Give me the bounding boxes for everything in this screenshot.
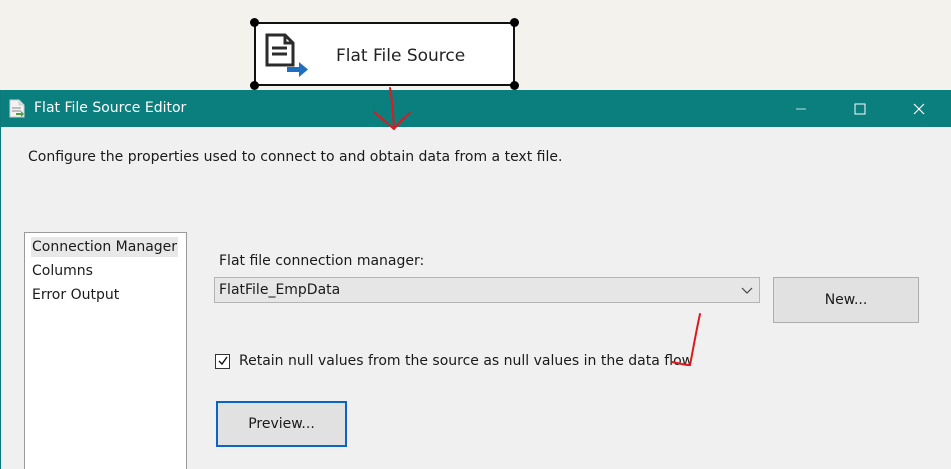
- flat-file-source-icon: [265, 33, 308, 77]
- dialog-description: Configure the properties used to connect…: [28, 149, 563, 165]
- minimize-icon: [796, 108, 806, 109]
- flat-file-source-editor-dialog: Flat File Source Editor Configure the pr…: [0, 90, 951, 469]
- preview-button[interactable]: Preview...: [216, 401, 347, 447]
- maximize-icon: [854, 103, 866, 114]
- nav-item-error-output[interactable]: Error Output: [31, 285, 120, 305]
- connection-manager-value: FlatFile_EmpData: [219, 282, 341, 298]
- resize-handle-top-left[interactable]: [250, 18, 259, 27]
- resize-handle-top-right[interactable]: [510, 18, 519, 27]
- title-bar[interactable]: Flat File Source Editor: [1, 90, 951, 127]
- resize-handle-bottom-right[interactable]: [510, 81, 519, 90]
- checkmark-icon: [218, 356, 228, 366]
- design-canvas: Flat File Source: [0, 0, 951, 90]
- chevron-down-icon: [741, 287, 753, 294]
- minimize-button[interactable]: [778, 90, 824, 127]
- retain-nulls-label: Retain null values from the source as nu…: [239, 353, 694, 369]
- new-connection-button[interactable]: New...: [773, 277, 919, 323]
- task-label: Flat File Source: [336, 46, 466, 66]
- close-icon: [913, 103, 925, 114]
- nav-item-connection-manager[interactable]: Connection Manager: [31, 237, 179, 257]
- connection-manager-select[interactable]: FlatFile_EmpData: [214, 277, 760, 303]
- connection-manager-label: Flat file connection manager:: [219, 253, 425, 269]
- retain-nulls-checkbox[interactable]: [215, 353, 230, 369]
- close-button[interactable]: [896, 90, 942, 127]
- editor-icon: [9, 99, 25, 118]
- nav-item-columns[interactable]: Columns: [31, 261, 94, 281]
- dialog-title: Flat File Source Editor: [34, 100, 187, 116]
- resize-handle-bottom-left[interactable]: [250, 81, 259, 90]
- flat-file-source-task[interactable]: Flat File Source: [250, 18, 519, 90]
- page-navigation-list: Connection Manager Columns Error Output: [24, 232, 187, 469]
- retain-nulls-option[interactable]: Retain null values from the source as nu…: [215, 353, 693, 369]
- maximize-button[interactable]: [837, 90, 883, 127]
